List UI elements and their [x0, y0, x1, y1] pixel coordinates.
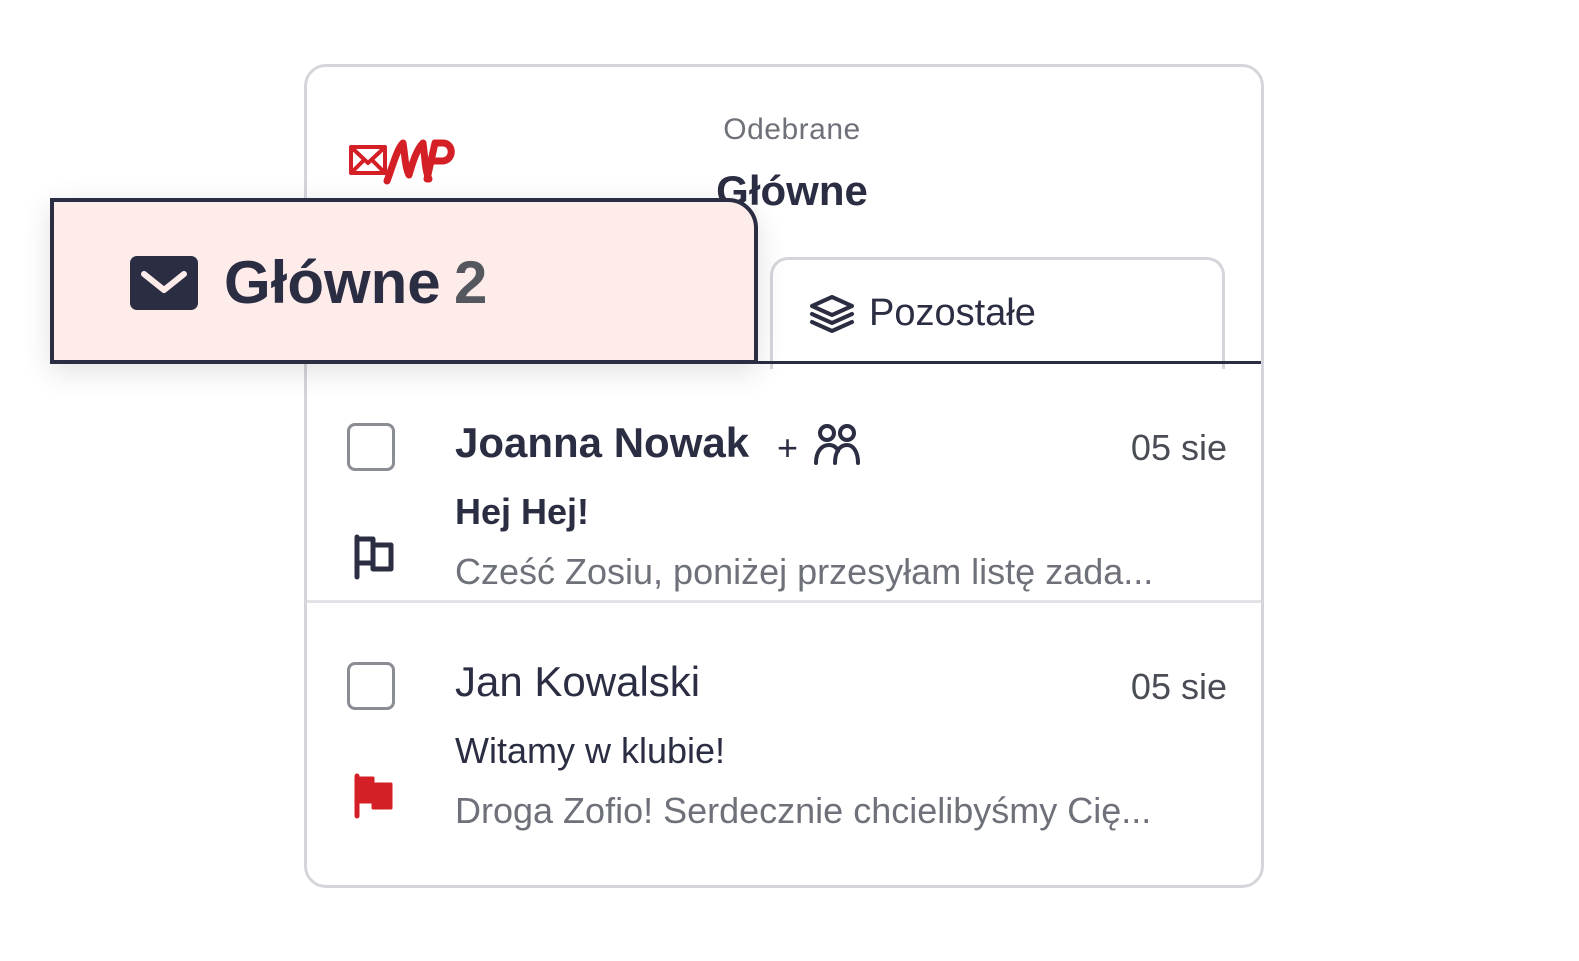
group-icon: [814, 424, 860, 465]
wp-mail-logo: [349, 139, 455, 185]
mail-sender: Jan Kowalski: [455, 658, 701, 705]
flag-filled-icon[interactable]: [351, 772, 399, 820]
mail-subject: Witamy w klubie!: [455, 730, 726, 771]
extra-recipients: +: [777, 427, 799, 468]
mail-sender: Joanna Nowak: [455, 419, 750, 466]
tab-other[interactable]: Pozostałe: [770, 257, 1225, 369]
mail-list-item[interactable]: Joanna Nowak + 05 sie Hej Hej! Cześć Zos…: [307, 367, 1261, 603]
unread-count: 2: [454, 249, 488, 316]
tab-main[interactable]: Główne 2: [50, 198, 758, 364]
mail-list-item[interactable]: Jan Kowalski 05 sie Witamy w klubie! Dro…: [307, 606, 1261, 842]
envelope-icon: [130, 256, 198, 310]
flag-outline-icon[interactable]: [351, 533, 399, 581]
mail-subject: Hej Hej!: [455, 491, 590, 532]
mail-date: 05 sie: [1130, 427, 1227, 468]
select-checkbox[interactable]: [347, 423, 395, 471]
stage: Odebrane Główne Pozostałe Joanna Nowak +: [0, 0, 1579, 961]
tab-main-label: Główne: [224, 249, 441, 316]
mail-date: 05 sie: [1130, 666, 1227, 707]
folder-label: Odebrane: [723, 113, 861, 146]
mail-preview: Droga Zofio! Serdecznie chcielibyśmy Cię…: [455, 790, 1152, 831]
select-checkbox[interactable]: [347, 662, 395, 710]
mail-panel: Odebrane Główne Pozostałe Joanna Nowak +: [304, 64, 1264, 888]
layers-icon: [810, 295, 854, 333]
mail-preview: Cześć Zosiu, poniżej przesyłam listę zad…: [455, 551, 1154, 592]
tab-other-label: Pozostałe: [869, 292, 1036, 334]
